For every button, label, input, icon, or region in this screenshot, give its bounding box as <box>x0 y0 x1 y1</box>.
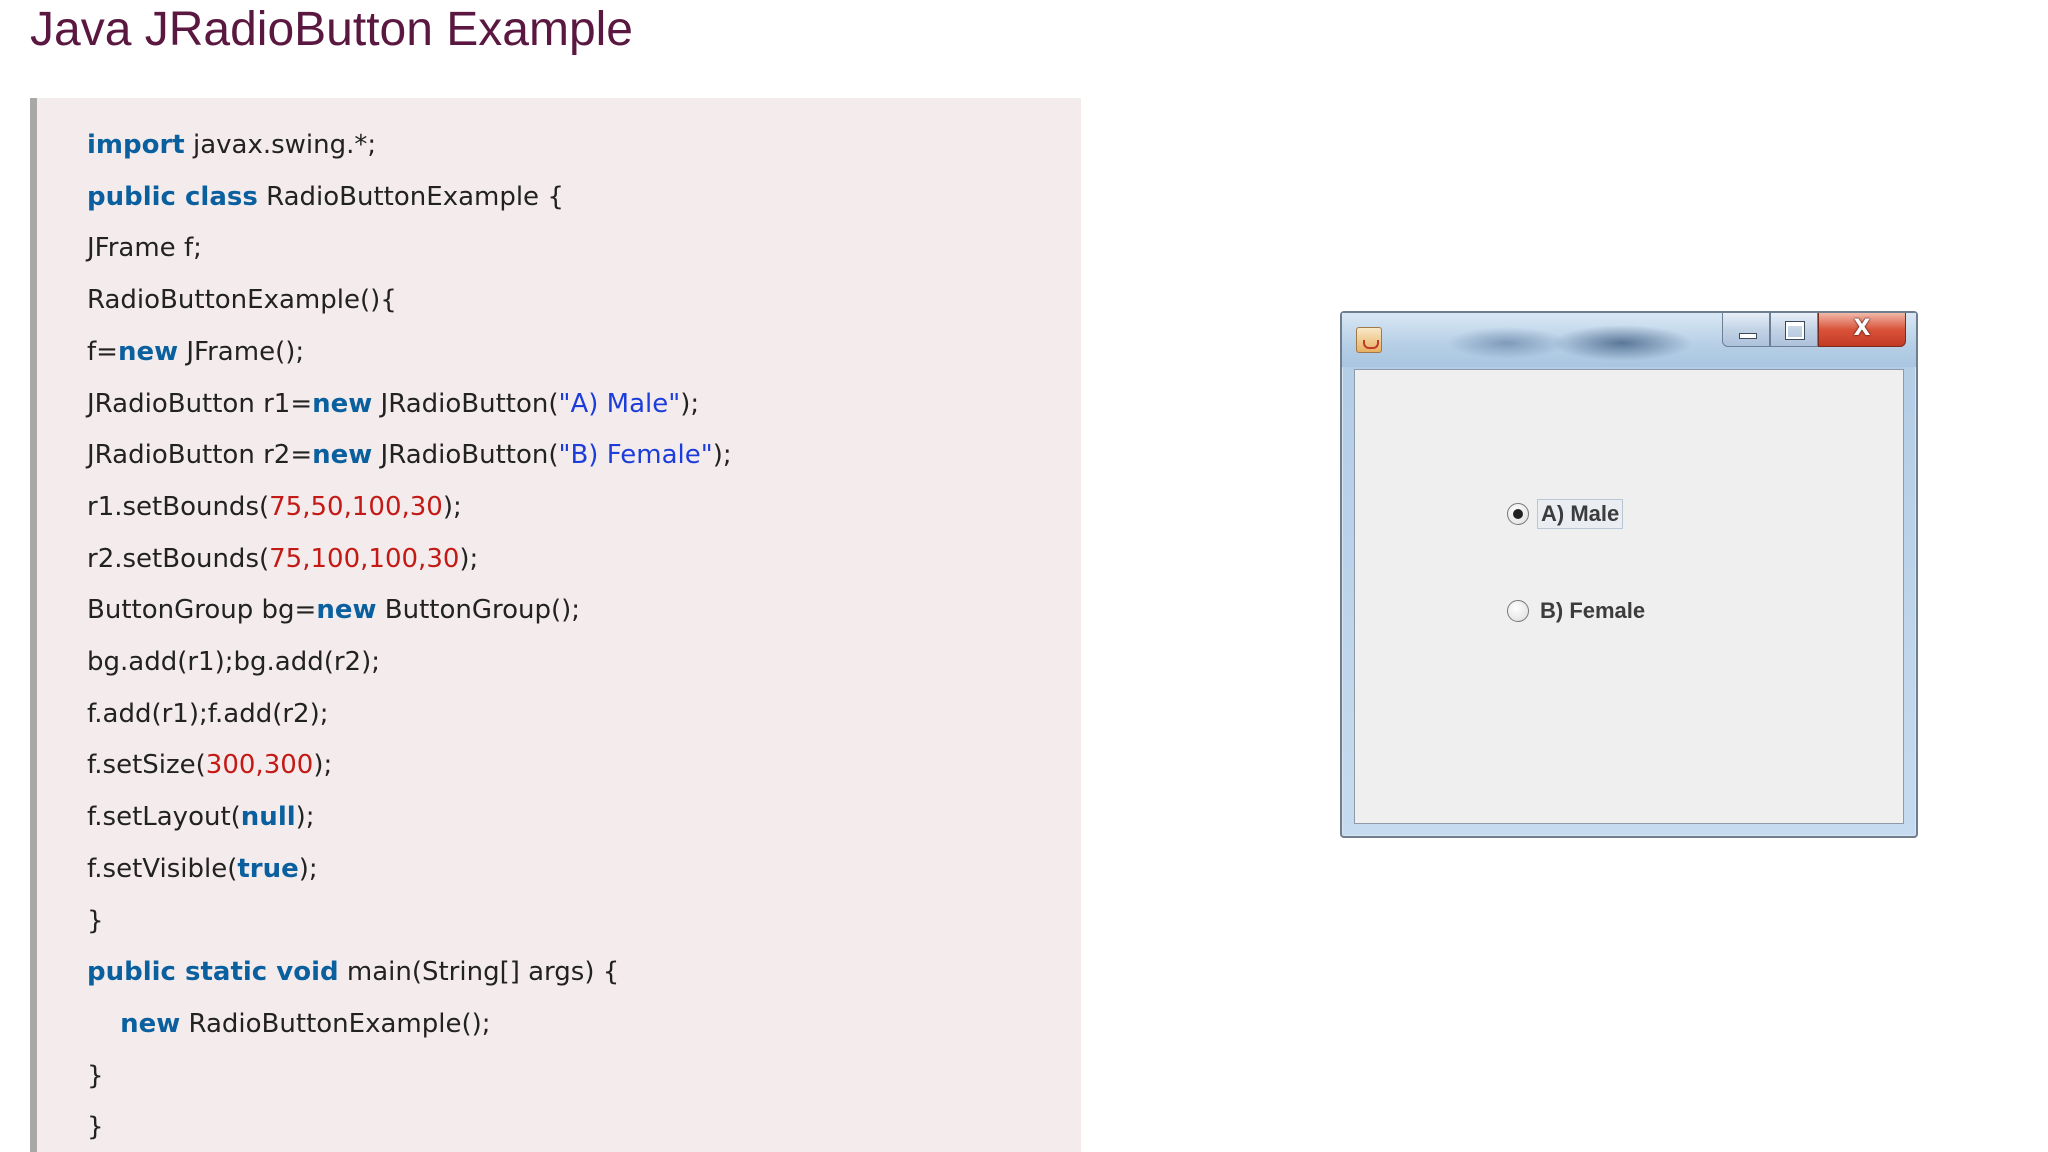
code-line: JRadioButton r2=new JRadioButton("B) Fem… <box>87 430 732 480</box>
swing-window: X A) Male B) Female <box>1340 311 1918 838</box>
code-text: f.add(r1);f.add(r2); <box>87 698 329 729</box>
code-text: javax.swing.*; <box>184 130 377 160</box>
code-keyword: new <box>120 1008 181 1039</box>
java-icon[interactable] <box>1356 327 1382 353</box>
code-number: 30 <box>426 543 460 574</box>
code-number: 75 <box>269 543 303 574</box>
code-line: } <box>87 1102 104 1152</box>
code-line: JFrame f; <box>87 223 202 273</box>
maximize-icon <box>1785 321 1805 340</box>
code-number: 100 <box>351 491 402 522</box>
code-line: f.setLayout(null); <box>87 792 315 842</box>
code-line: ButtonGroup bg=new ButtonGroup(); <box>87 585 580 635</box>
code-number: 100 <box>368 543 419 574</box>
code-text: JFrame(); <box>178 336 305 367</box>
code-text: JFrame f; <box>87 233 202 264</box>
code-text: RadioButtonExample(); <box>180 1008 491 1039</box>
code-line: import javax.swing.*; <box>87 120 376 170</box>
code-text: main(String[] args) { <box>338 957 620 988</box>
code-line: new RadioButtonExample(); <box>87 999 491 1049</box>
code-line: public class RadioButtonExample { <box>87 172 564 222</box>
code-number: , <box>302 491 311 522</box>
code-text: f= <box>87 336 118 367</box>
code-keyword: import <box>87 130 185 160</box>
code-text: JRadioButton( <box>372 440 559 471</box>
code-number: , <box>302 543 311 574</box>
close-button[interactable]: X <box>1818 313 1906 347</box>
code-line: bg.add(r1);bg.add(r2); <box>87 637 380 687</box>
code-line: r1.setBounds(75,50,100,30); <box>87 482 462 532</box>
code-line: f.setSize(300,300); <box>87 740 332 790</box>
code-text: RadioButtonExample { <box>257 181 564 212</box>
close-icon: X <box>1853 316 1871 341</box>
radio-female[interactable]: B) Female <box>1507 595 1648 627</box>
code-text: ); <box>298 853 318 884</box>
code-block: import javax.swing.*; public class RadioB… <box>30 98 1081 1152</box>
code-text: f.setVisible( <box>87 853 238 884</box>
code-text: JRadioButton r1= <box>87 388 313 419</box>
code-text: ); <box>712 440 732 471</box>
radio-selected-dot <box>1513 509 1523 519</box>
code-number: 50 <box>310 491 344 522</box>
code-number: 30 <box>409 491 443 522</box>
code-keyword: new <box>316 595 377 626</box>
minimize-icon <box>1739 333 1757 339</box>
code-text: ); <box>459 543 479 574</box>
code-keyword: null <box>240 802 296 833</box>
code-text: } <box>87 905 104 936</box>
window-controls: X <box>1722 313 1906 347</box>
radio-female-label[interactable]: B) Female <box>1537 597 1648 625</box>
code-line: JRadioButton r1=new JRadioButton("A) Mal… <box>87 379 699 429</box>
code-number: 300 <box>263 750 314 781</box>
code-string: "A) Male" <box>558 388 681 419</box>
code-string: "B) Female" <box>558 440 713 471</box>
code-text: ButtonGroup(); <box>376 595 581 626</box>
radio-female-circle[interactable] <box>1507 600 1529 622</box>
code-text: ); <box>313 750 333 781</box>
code-text: r2.setBounds( <box>87 543 270 574</box>
code-text: r1.setBounds( <box>87 491 270 522</box>
code-number: 300 <box>205 750 256 781</box>
code-line: public static void main(String[] args) { <box>87 947 619 997</box>
page-title: Java JRadioButton Example <box>30 3 633 56</box>
code-number: , <box>255 750 264 781</box>
code-text: RadioButtonExample(){ <box>87 285 397 316</box>
code-number: 100 <box>310 543 361 574</box>
code-keyword: new <box>312 440 373 471</box>
code-line: f=new JFrame(); <box>87 327 304 377</box>
radio-male[interactable]: A) Male <box>1507 498 1624 530</box>
code-text: } <box>87 1112 104 1143</box>
code-line: } <box>87 1051 104 1101</box>
code-line: RadioButtonExample(){ <box>87 275 397 325</box>
code-text: ); <box>680 388 700 419</box>
window-title-bar[interactable]: X <box>1342 313 1916 367</box>
code-text: bg.add(r1);bg.add(r2); <box>87 647 380 677</box>
window-client-area: A) Male B) Female <box>1354 369 1904 824</box>
code-line: f.add(r1);f.add(r2); <box>87 689 329 739</box>
code-text: f.setSize( <box>87 750 206 781</box>
code-text: ); <box>442 491 462 522</box>
code-number: , <box>401 491 410 522</box>
code-keyword: true <box>237 853 299 884</box>
radio-male-label[interactable]: A) Male <box>1537 499 1624 529</box>
code-text: JRadioButton( <box>372 388 559 419</box>
code-line: } <box>87 896 104 946</box>
code-text: JRadioButton r2= <box>87 440 313 471</box>
code-number: 75 <box>269 491 303 522</box>
code-text: ButtonGroup bg= <box>87 595 317 626</box>
code-text: ); <box>295 802 315 833</box>
radio-male-circle[interactable] <box>1507 503 1529 525</box>
code-line: f.setVisible(true); <box>87 844 318 894</box>
minimize-button[interactable] <box>1722 313 1770 347</box>
code-text: f.setLayout( <box>87 802 241 833</box>
code-number: , <box>343 491 352 522</box>
code-keyword: new <box>117 336 179 367</box>
code-keyword: public static void <box>87 957 339 988</box>
code-text: } <box>87 1060 104 1091</box>
maximize-button[interactable] <box>1770 313 1818 347</box>
code-keyword: public class <box>87 181 258 212</box>
code-line: r2.setBounds(75,100,100,30); <box>87 534 478 584</box>
code-keyword: new <box>312 388 373 419</box>
